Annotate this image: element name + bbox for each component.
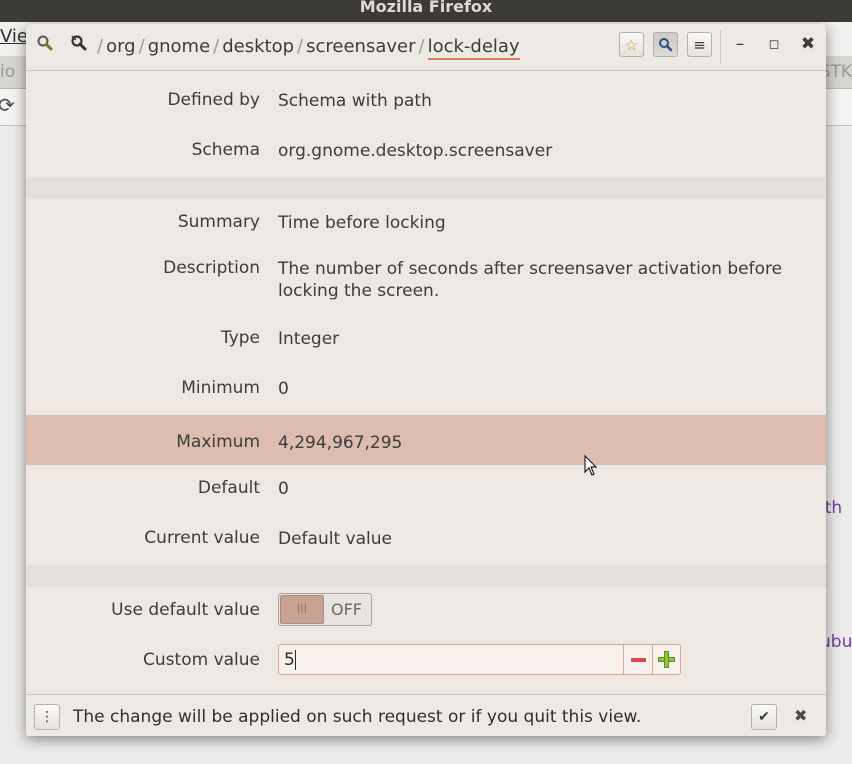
setting-row-custom-value: Custom value 5 <box>26 633 826 683</box>
setting-row-use-default: Use default value ||| OFF <box>26 583 826 633</box>
bookmark-button[interactable]: ☆ <box>619 32 644 57</box>
breadcrumb-item[interactable]: screensaver <box>306 36 415 57</box>
property-row-schema: Schema org.gnome.desktop.screensaver <box>26 123 826 173</box>
decrement-button[interactable] <box>623 645 653 674</box>
vertical-dots-icon: ⋮ <box>40 709 54 725</box>
breadcrumb-item[interactable]: gnome <box>148 36 210 57</box>
tab-left[interactable]: io <box>0 62 15 82</box>
property-value: 0 <box>278 379 289 399</box>
property-row-minimum: Minimum 0 <box>26 361 826 411</box>
minimize-icon[interactable]: – <box>730 34 750 54</box>
property-label: Type <box>220 328 260 348</box>
key-properties: Defined by Schema with path Schema org.g… <box>26 71 826 693</box>
property-label: Schema <box>191 140 260 160</box>
property-row-description: Description The number of seconds after … <box>26 245 826 311</box>
use-default-switch[interactable]: ||| OFF <box>278 593 372 626</box>
breadcrumb-item[interactable]: desktop <box>222 36 294 57</box>
text-caret <box>295 650 296 670</box>
dconf-editor-window: / org / gnome / desktop / screensaver / lock-dela… <box>26 24 826 736</box>
search-icon[interactable] <box>36 34 54 57</box>
star-icon: ☆ <box>624 35 639 54</box>
property-row-type: Type Integer <box>26 311 826 361</box>
menu-view[interactable]: Vie <box>0 26 28 47</box>
firefox-title: Mozilla Firefox <box>359 0 493 16</box>
property-row-defined-by: Defined by Schema with path <box>26 73 826 123</box>
custom-value-input[interactable]: 5 <box>284 650 295 670</box>
magnifier-icon <box>659 38 673 52</box>
property-row-current-value: Current value Default value <box>26 511 826 561</box>
pending-change-message: The change will be applied on such reque… <box>73 707 642 727</box>
property-label: Defined by <box>167 90 260 110</box>
property-label: Minimum <box>181 378 260 398</box>
property-value: The number of seconds after screensaver … <box>278 259 783 301</box>
dismiss-icon[interactable]: ✖ <box>794 706 807 725</box>
close-icon[interactable]: ✖ <box>798 34 818 54</box>
property-label: Description <box>163 258 260 278</box>
property-value: 4,294,967,295 <box>278 433 403 453</box>
property-label: Maximum <box>176 432 260 452</box>
hamburger-icon: ≡ <box>693 35 706 54</box>
property-value: Default value <box>278 529 392 549</box>
property-value: Time before locking <box>278 213 446 233</box>
reload-icon[interactable]: ⟳ <box>0 93 15 117</box>
header-bar: / org / gnome / desktop / screensaver / lock-dela… <box>26 24 826 71</box>
property-value: org.gnome.desktop.screensaver <box>278 141 553 161</box>
firefox-titlebar: Mozilla Firefox <box>0 0 852 22</box>
property-row-default: Default 0 <box>26 461 826 511</box>
plus-icon <box>664 651 669 668</box>
switch-knob[interactable]: ||| <box>280 595 324 624</box>
property-row-maximum: Maximum 4,294,967,295 <box>26 415 826 465</box>
breadcrumb-current[interactable]: lock-delay <box>427 36 520 60</box>
custom-value-spinbutton[interactable]: 5 <box>278 644 681 675</box>
custom-value-label: Custom value <box>143 650 260 670</box>
property-row-summary: Summary Time before locking <box>26 195 826 245</box>
check-icon: ✔ <box>758 709 770 725</box>
breadcrumb-item[interactable]: org <box>106 36 136 57</box>
property-value: 0 <box>278 479 289 499</box>
property-label: Default <box>197 478 260 498</box>
path-search-icon[interactable] <box>70 34 90 57</box>
more-options-button[interactable]: ⋮ <box>34 704 60 730</box>
mouse-cursor-icon <box>584 455 598 476</box>
search-toggle-button[interactable] <box>653 32 678 57</box>
apply-button[interactable]: ✔ <box>751 704 777 730</box>
property-value: Integer <box>278 329 340 349</box>
pending-change-bar: ⋮ The change will be applied on such req… <box>26 694 826 736</box>
increment-button[interactable] <box>652 645 681 674</box>
maximize-icon[interactable]: ◻ <box>764 37 784 52</box>
minus-icon <box>631 658 646 662</box>
use-default-label: Use default value <box>111 600 260 620</box>
property-label: Current value <box>144 528 260 548</box>
header-separator <box>720 30 721 64</box>
property-value: Schema with path <box>278 91 432 111</box>
menu-button[interactable]: ≡ <box>687 32 712 57</box>
breadcrumb: / org / gnome / desktop / screensaver / lock-dela… <box>94 36 520 60</box>
switch-state: OFF <box>331 600 362 619</box>
property-label: Summary <box>177 212 260 232</box>
